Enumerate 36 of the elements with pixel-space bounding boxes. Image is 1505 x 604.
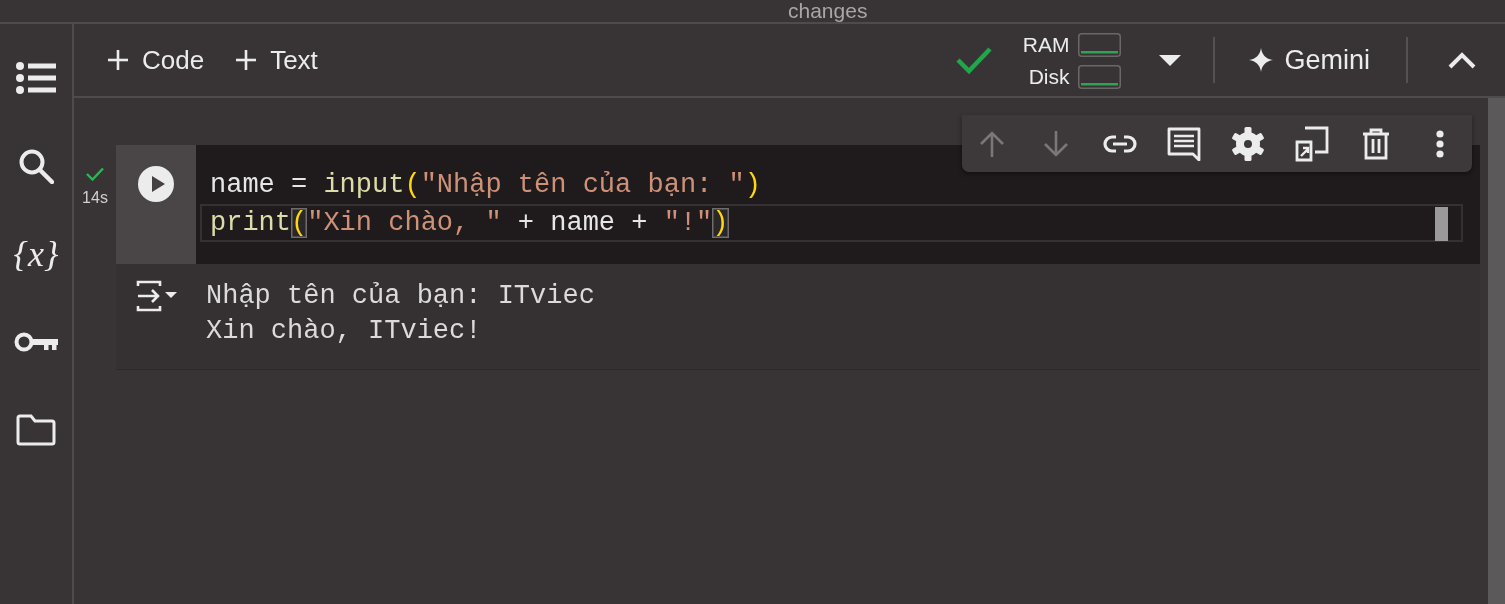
add-text-button[interactable]: Text [228, 38, 326, 82]
search-icon [18, 148, 54, 184]
output-line: Xin chào, ITviec! [206, 315, 483, 348]
folder-icon [16, 414, 56, 446]
run-duration: 14s [82, 189, 108, 207]
plus-icon [236, 50, 257, 70]
resources-button[interactable]: RAM Disk [1021, 33, 1122, 89]
key-icon [14, 331, 58, 353]
save-status-text: changes [788, 0, 868, 22]
scrollbar[interactable] [1488, 98, 1505, 604]
link-icon [1103, 134, 1137, 153]
output-icon [136, 280, 178, 312]
variables-button[interactable]: {x} [8, 226, 64, 282]
chevron-up-icon [1448, 51, 1476, 69]
gear-icon [1231, 126, 1265, 161]
arrow-down-icon [1042, 129, 1070, 158]
trash-icon [1362, 127, 1390, 160]
mirror-cell-icon [1295, 125, 1329, 162]
code-line: name = input("Nhập tên của bạn: ") [209, 169, 762, 202]
usage-bar-icon [1078, 33, 1122, 57]
code-editor[interactable]: name = input("Nhập tên của bạn: ") print("Xin chào, " + name + "!") [196, 145, 1480, 264]
arrow-up-icon [978, 129, 1006, 158]
comment-icon [1167, 126, 1201, 161]
gemini-button[interactable]: Gemini [1237, 36, 1382, 84]
sparkle-icon [1249, 48, 1274, 72]
usage-bar-icon [1078, 65, 1122, 89]
dropdown-icon [1159, 54, 1182, 66]
run-button[interactable] [138, 166, 174, 202]
plus-icon [108, 50, 128, 70]
cursor-marker [1435, 207, 1448, 241]
output-actions-button[interactable] [135, 279, 179, 313]
more-icon [1436, 129, 1444, 158]
list-icon [16, 62, 56, 94]
output-line: Nhập tên của bạn: ITviec [206, 280, 595, 313]
play-icon [138, 166, 174, 202]
add-code-button[interactable]: Code [100, 38, 213, 82]
